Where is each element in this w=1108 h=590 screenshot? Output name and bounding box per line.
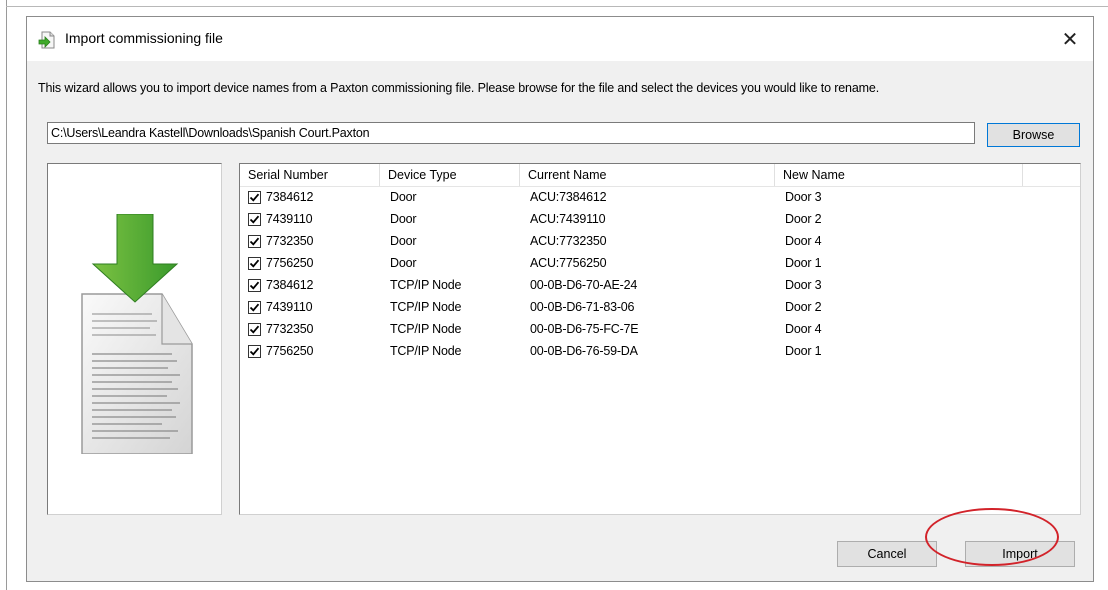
- cell-new-name: Door 2: [785, 300, 822, 314]
- cell-device-type: Door: [390, 190, 417, 204]
- cell-serial-number: 7732350: [266, 234, 314, 248]
- cell-device-type: Door: [390, 234, 417, 248]
- table-row[interactable]: 7732350 TCP/IP Node 00-0B-D6-75-FC-7E Door …: [240, 319, 1080, 341]
- row-checkbox[interactable]: [248, 345, 261, 358]
- cell-serial-number: 7439110: [266, 212, 313, 226]
- cell-current-name: 00-0B-D6-70-AE-24: [530, 278, 638, 292]
- row-checkbox[interactable]: [248, 301, 261, 314]
- cell-serial-number: 7756250: [266, 256, 314, 270]
- cell-serial-number: 7732350: [266, 322, 314, 336]
- background-border-top: [6, 6, 1108, 7]
- checkmark-icon: [249, 325, 260, 334]
- cell-new-name: Door 4: [785, 234, 822, 248]
- cell-serial-number: 7439110: [266, 300, 313, 314]
- cell-serial-number: 7384612: [266, 190, 314, 204]
- browse-button[interactable]: Browse: [987, 123, 1080, 147]
- close-button[interactable]: ✕: [1057, 26, 1083, 52]
- preview-pane: [47, 163, 222, 515]
- row-checkbox[interactable]: [248, 213, 261, 226]
- cell-current-name: 00-0B-D6-75-FC-7E: [530, 322, 639, 336]
- checkmark-icon: [249, 193, 260, 202]
- cell-device-type: Door: [390, 256, 417, 270]
- cell-current-name: ACU:7732350: [530, 234, 607, 248]
- column-header-device-type[interactable]: Device Type: [380, 164, 520, 186]
- checkmark-icon: [249, 237, 260, 246]
- row-checkbox[interactable]: [248, 323, 261, 336]
- cell-serial-number: 7384612: [266, 278, 314, 292]
- import-file-icon: [38, 31, 55, 49]
- cell-device-type: TCP/IP Node: [390, 322, 462, 336]
- column-header-serial-number[interactable]: Serial Number: [240, 164, 380, 186]
- cell-device-type: TCP/IP Node: [390, 278, 462, 292]
- cell-new-name: Door 3: [785, 190, 822, 204]
- cell-new-name: Door 1: [785, 256, 822, 270]
- cell-new-name: Door 4: [785, 322, 822, 336]
- table-row[interactable]: 7439110 Door ACU:7439110 Door 2: [240, 209, 1080, 231]
- dialog-title: Import commissioning file: [65, 30, 223, 46]
- row-checkbox[interactable]: [248, 191, 261, 204]
- row-checkbox[interactable]: [248, 257, 261, 270]
- close-icon: ✕: [1061, 28, 1079, 51]
- table-row[interactable]: 7732350 Door ACU:7732350 Door 4: [240, 231, 1080, 253]
- download-document-icon: [81, 214, 193, 454]
- table-row[interactable]: 7384612 TCP/IP Node 00-0B-D6-70-AE-24 Door …: [240, 275, 1080, 297]
- device-list[interactable]: Serial Number Device Type Current Name N…: [239, 163, 1081, 515]
- cell-current-name: ACU:7439110: [530, 212, 606, 226]
- cell-new-name: Door 2: [785, 212, 822, 226]
- checkmark-icon: [249, 303, 260, 312]
- file-path-input[interactable]: [47, 122, 975, 144]
- row-checkbox[interactable]: [248, 235, 261, 248]
- import-dialog: Import commissioning file ✕ This wizard …: [26, 16, 1094, 582]
- cell-serial-number: 7756250: [266, 344, 314, 358]
- column-header-current-name[interactable]: Current Name: [520, 164, 775, 186]
- cell-current-name: 00-0B-D6-71-83-06: [530, 300, 635, 314]
- list-header: Serial Number Device Type Current Name N…: [240, 164, 1080, 187]
- table-row[interactable]: 7439110 TCP/IP Node 00-0B-D6-71-83-06 Door …: [240, 297, 1080, 319]
- checkmark-icon: [249, 347, 260, 356]
- cell-device-type: TCP/IP Node: [390, 300, 462, 314]
- table-row[interactable]: 7756250 Door ACU:7756250 Door 1: [240, 253, 1080, 275]
- cell-device-type: Door: [390, 212, 417, 226]
- table-row[interactable]: 7756250 TCP/IP Node 00-0B-D6-76-59-DA Door …: [240, 341, 1080, 363]
- cell-new-name: Door 1: [785, 344, 822, 358]
- cell-device-type: TCP/IP Node: [390, 344, 462, 358]
- background-border-left: [6, 0, 7, 590]
- checkmark-icon: [249, 215, 260, 224]
- checkmark-icon: [249, 281, 260, 290]
- row-checkbox[interactable]: [248, 279, 261, 292]
- title-bar: Import commissioning file ✕: [27, 17, 1093, 61]
- cancel-button[interactable]: Cancel: [837, 541, 937, 567]
- intro-text: This wizard allows you to import device …: [38, 81, 880, 95]
- checkmark-icon: [249, 259, 260, 268]
- column-header-new-name[interactable]: New Name: [775, 164, 1023, 186]
- cell-current-name: ACU:7756250: [530, 256, 607, 270]
- import-button[interactable]: Import: [965, 541, 1075, 567]
- cell-current-name: ACU:7384612: [530, 190, 607, 204]
- cell-current-name: 00-0B-D6-76-59-DA: [530, 344, 638, 358]
- table-row[interactable]: 7384612 Door ACU:7384612 Door 3: [240, 187, 1080, 209]
- cell-new-name: Door 3: [785, 278, 822, 292]
